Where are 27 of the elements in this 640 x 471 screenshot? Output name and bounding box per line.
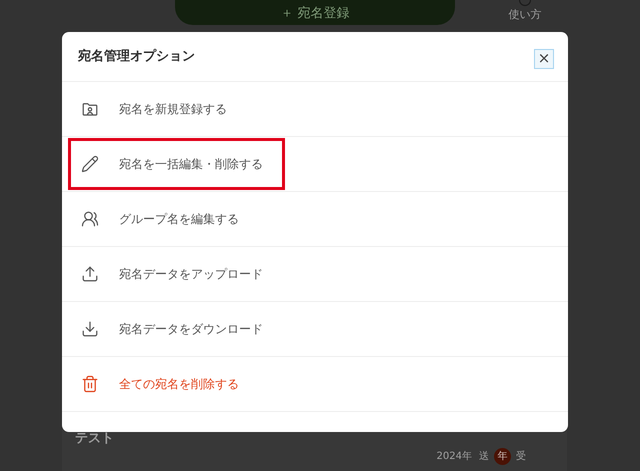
sent-label: 送 <box>479 450 489 464</box>
help-link[interactable]: 使い方 <box>508 7 542 24</box>
upload-icon <box>81 265 99 283</box>
dialog-title: 宛名管理オプション <box>78 48 195 66</box>
entry-name: テスト <box>75 431 115 447</box>
menu-item[interactable]: 宛名データをアップロード <box>68 248 285 300</box>
register-button[interactable]: ＋ 宛名登録 <box>175 0 455 25</box>
trash-icon <box>81 375 99 393</box>
users-icon <box>81 210 99 228</box>
menu-item-label: グループ名を編集する <box>119 211 239 228</box>
entry-year: 2024年 <box>436 450 472 464</box>
folder-person-icon <box>81 100 99 118</box>
pencil-icon <box>81 155 99 173</box>
menu-item[interactable]: 宛名を新規登録する <box>68 83 285 135</box>
menu-item-label: 宛名を新規登録する <box>119 101 227 118</box>
menu-item[interactable]: 宛名データをダウンロード <box>68 303 285 355</box>
close-button[interactable]: × <box>534 48 554 68</box>
menu-item-label: 宛名データをアップロード <box>119 266 263 283</box>
year-badge: 年 <box>494 448 511 465</box>
received-label: 受 <box>516 450 526 464</box>
download-icon <box>81 320 99 338</box>
menu-item[interactable]: 全ての宛名を削除する <box>68 358 285 410</box>
menu-item-label: 宛名を一括編集・削除する <box>119 156 263 173</box>
menu-item-label: 宛名データをダウンロード <box>119 321 263 338</box>
menu-item-label: 全ての宛名を削除する <box>119 376 239 393</box>
menu-item[interactable]: グループ名を編集する <box>68 193 285 245</box>
menu-item[interactable]: 宛名を一括編集・削除する <box>68 138 285 190</box>
